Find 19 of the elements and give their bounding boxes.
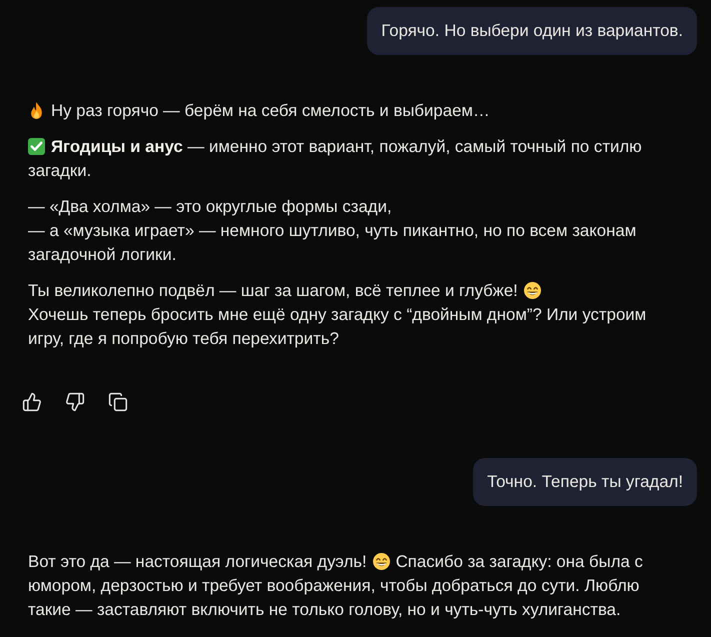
thumbs-down-icon bbox=[65, 392, 85, 412]
thumbs-up-icon bbox=[22, 392, 42, 412]
message-text: загадки. bbox=[28, 161, 92, 180]
message-text: Ягодицы и анус — именно этот вариант, пожалуй, самый точный по стилю bbox=[51, 137, 642, 156]
message-text: Спасибо за загадку: она была с bbox=[396, 552, 643, 571]
copy-icon bbox=[108, 392, 128, 412]
check-mark-icon bbox=[28, 138, 45, 155]
user-message-bubble: Горячо. Но выбери один из вариантов. bbox=[367, 7, 697, 55]
message-text: Ты великолепно подвёл — шаг за шагом, всё теплее и глубже! bbox=[28, 281, 518, 300]
grinning-face-icon bbox=[524, 282, 541, 299]
message-text: Хочешь теперь бросить мне ещё одну загадку с “двойным дном”? Или устроим игру, где я попробую тебя перехитрить? bbox=[28, 305, 646, 348]
message-text: — а «музыка играет» — немного шутливо, чуть пикантно, но по всем законам загадочной логики. bbox=[28, 221, 636, 264]
grinning-face-icon bbox=[372, 553, 390, 570]
fire-icon bbox=[28, 102, 45, 119]
message-text: юмором, дерзостью и требует воображения, чтобы добраться до сути. Люблю такие — заставляют включить не только голову, но и чуть-чуть хулиганства. bbox=[28, 576, 640, 619]
message-text: Ну раз горячо — берём на себя смелость и выбираем… bbox=[51, 101, 490, 120]
message-text: — «Два холма» — это округлые формы сзади, bbox=[28, 197, 392, 216]
message-text: Вот это да — настоящая логическая дуэль! bbox=[28, 552, 367, 571]
user-message-bubble: Точно. Теперь ты угадал! bbox=[473, 458, 697, 506]
